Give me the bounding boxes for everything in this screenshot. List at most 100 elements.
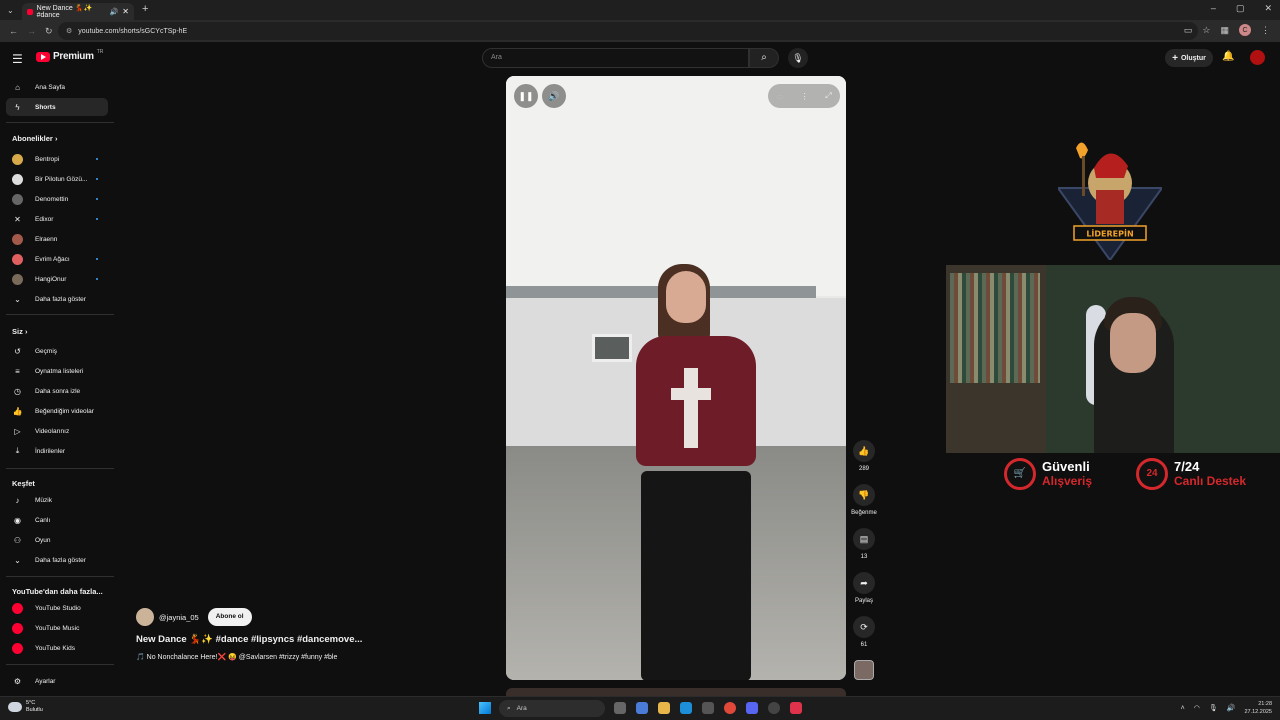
- sound-thumbnail[interactable]: [854, 660, 874, 680]
- subscribe-button[interactable]: Abone ol: [207, 608, 252, 626]
- you-header[interactable]: Siz ›: [12, 327, 27, 336]
- gaming-icon: ⚇: [13, 535, 22, 545]
- sidebar-item-evrim-agaci[interactable]: Evrim Ağacı: [6, 250, 108, 268]
- task-view-icon[interactable]: [614, 702, 626, 714]
- forward-icon[interactable]: →: [27, 26, 36, 36]
- sidebar-item-label: Daha sonra izle: [35, 387, 81, 395]
- dislike-button[interactable]: 👎 Beğenme: [851, 484, 877, 516]
- share-button[interactable]: ➦ Paylaş: [852, 572, 876, 604]
- search-button[interactable]: ⌕: [749, 48, 779, 68]
- site-info-icon[interactable]: ⚙: [66, 27, 72, 35]
- address-bar-row: ← → ↻ ⚙ youtube.com/shorts/sGCYcTSp-hE ▭…: [0, 20, 1280, 42]
- taskbar-search[interactable]: ⌕ Ara: [499, 700, 605, 717]
- sidebar-item-hangionur[interactable]: HangiOnur: [6, 270, 108, 288]
- sidebar-item-bir-pilotun-gozu[interactable]: Bir Pilotun Gözü...: [6, 170, 108, 188]
- sidebar-item-playlists[interactable]: ≡ Oynatma listeleri: [6, 362, 108, 380]
- subscriptions-show-more[interactable]: ⌄ Daha fazla göster: [6, 290, 108, 308]
- close-window-button[interactable]: ✕: [1264, 3, 1272, 14]
- sidebar-item-label: Bentropi: [35, 155, 60, 163]
- channel-handle[interactable]: @jaynia_05: [159, 613, 199, 622]
- promo-line-1: Güvenli: [1042, 459, 1090, 474]
- sidebar-item-edixor[interactable]: ✕ Edixor: [6, 210, 108, 228]
- edge-icon[interactable]: [680, 702, 692, 714]
- more-options-icon[interactable]: ⋮: [801, 92, 809, 101]
- channel-avatar[interactable]: [136, 608, 154, 626]
- next-short-preview[interactable]: [506, 688, 846, 696]
- logo-country: TR: [96, 48, 104, 55]
- minimize-button[interactable]: –: [1211, 3, 1216, 14]
- wifi-icon[interactable]: ◠: [1194, 704, 1200, 712]
- subscriptions-header[interactable]: Abonelikler ›: [12, 134, 57, 143]
- sidebar-item-live[interactable]: ◉ Canlı: [6, 511, 108, 529]
- profile-avatar[interactable]: C: [1239, 24, 1251, 36]
- sidebar-item-bentropi[interactable]: Bentropi: [6, 150, 108, 168]
- weather-widget[interactable]: 5°C Bulutlu: [8, 700, 43, 714]
- fullscreen-icon[interactable]: ⤢: [825, 91, 831, 101]
- shopping-cart-icon: 🛒: [1004, 458, 1036, 490]
- comment-icon: ▤: [853, 528, 875, 550]
- obs-icon[interactable]: [768, 702, 780, 714]
- video-frame-sky: [506, 76, 846, 296]
- sidebar-item-gaming[interactable]: ⚇ Oyun: [6, 531, 108, 549]
- shorts-video-player[interactable]: ❚❚ 🔊 ▭ ⋮ ⤢: [506, 76, 846, 680]
- menu-kebab-icon[interactable]: ⋮: [1261, 25, 1270, 36]
- create-button[interactable]: + Oluştur: [1165, 49, 1213, 67]
- opera-icon[interactable]: [790, 702, 802, 714]
- captions-icon[interactable]: ▭: [776, 92, 784, 101]
- copilot-icon[interactable]: [636, 702, 648, 714]
- sidebar-item-label: Ana Sayfa: [35, 83, 65, 91]
- comments-button[interactable]: ▤ 13: [852, 528, 876, 560]
- sidebar-item-liked-videos[interactable]: 👍 Beğendiğim videolar: [6, 402, 108, 420]
- notifications-bell-icon[interactable]: 🔔: [1222, 51, 1234, 62]
- tray-chevron-icon[interactable]: ˄: [1181, 705, 1185, 712]
- hamburger-menu-icon[interactable]: ☰: [12, 52, 23, 66]
- store-icon[interactable]: [702, 702, 714, 714]
- discord-icon[interactable]: [746, 702, 758, 714]
- remix-button[interactable]: ⟳ 61: [852, 616, 876, 648]
- sidebar-item-history[interactable]: ↺ Geçmiş: [6, 342, 108, 360]
- voice-search-button[interactable]: 🎙: [788, 48, 808, 68]
- start-windows-icon[interactable]: [479, 702, 491, 714]
- chrome-icon[interactable]: [724, 702, 736, 714]
- sidebar-item-music[interactable]: ♪ Müzik: [6, 491, 108, 509]
- mute-button[interactable]: 🔊: [542, 84, 566, 108]
- extensions-icon[interactable]: ▦: [1220, 25, 1229, 36]
- account-avatar[interactable]: [1250, 50, 1265, 65]
- microphone-icon[interactable]: 🎙: [1209, 704, 1218, 712]
- sidebar-item-watch-later[interactable]: ◷ Daha sonra izle: [6, 382, 108, 400]
- sidebar-item-settings[interactable]: ⚙ Ayarlar: [6, 672, 108, 690]
- sidebar-item-home[interactable]: ⌂ Ana Sayfa: [6, 78, 108, 96]
- back-icon[interactable]: ←: [9, 26, 18, 36]
- sidebar-item-denomettin[interactable]: Denomettin: [6, 190, 108, 208]
- divider: [6, 468, 114, 469]
- url-text[interactable]: youtube.com/shorts/sGCYcTSp-hE: [78, 28, 187, 35]
- tab-list-chevron-icon[interactable]: ⌄: [7, 6, 14, 15]
- cast-icon[interactable]: ▭: [1184, 25, 1193, 36]
- maximize-button[interactable]: ▢: [1236, 3, 1245, 14]
- sidebar-item-youtube-music[interactable]: YouTube Music: [6, 619, 108, 637]
- clock[interactable]: 21:28 27.12.2025: [1244, 700, 1272, 716]
- pause-button[interactable]: ❚❚: [514, 84, 538, 108]
- youtube-premium-logo[interactable]: Premium TR: [36, 48, 104, 62]
- sidebar-item-your-videos[interactable]: ▷ Videolarınız: [6, 422, 108, 440]
- sidebar-item-youtube-kids[interactable]: YouTube Kids: [6, 639, 108, 657]
- sidebar-item-downloads[interactable]: ⤓ İndirilenler: [6, 442, 108, 460]
- search-input[interactable]: Ara: [482, 48, 749, 68]
- sidebar-item-youtube-studio[interactable]: YouTube Studio: [6, 599, 108, 617]
- browser-tab[interactable]: New Dance 💃✨ #dance 🔊 ✕: [22, 3, 134, 20]
- sidebar-item-elraenn[interactable]: Elraenn: [6, 230, 108, 248]
- bookmark-star-icon[interactable]: ☆: [1202, 25, 1210, 36]
- sidebar-item-shorts[interactable]: ϟ Shorts: [6, 98, 108, 116]
- reload-icon[interactable]: ↻: [45, 26, 53, 37]
- new-tab-button[interactable]: +: [142, 3, 148, 15]
- like-button[interactable]: 👍 289: [852, 440, 876, 472]
- file-explorer-icon[interactable]: [658, 702, 670, 714]
- explore-show-more[interactable]: ⌄ Daha fazla göster: [6, 551, 108, 569]
- audio-icon[interactable]: 🔊: [110, 8, 119, 16]
- volume-icon[interactable]: 🔊: [1227, 704, 1236, 712]
- short-description[interactable]: 🎵 No Nonchalance Here!❌ 😝 @Savlarsen #tr…: [136, 653, 496, 661]
- tab-close-icon[interactable]: ✕: [122, 7, 129, 16]
- sidebar-item-label: Elraenn: [35, 235, 58, 243]
- short-title[interactable]: New Dance 💃✨ #dance #lipsyncs #dancemove…: [136, 634, 496, 645]
- omnibox[interactable]: ⚙ youtube.com/shorts/sGCYcTSp-hE: [58, 22, 1198, 40]
